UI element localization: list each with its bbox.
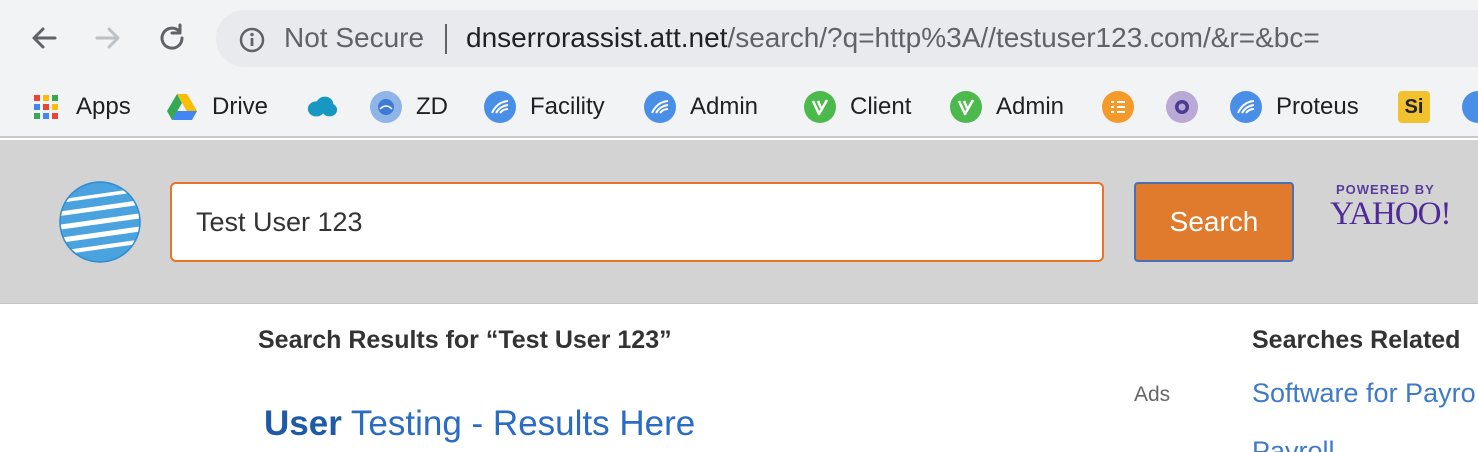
arrow-left-icon <box>32 27 57 49</box>
admin-v-icon <box>950 91 982 123</box>
url-path: /search/?q=http%3A//testuser123.com/&r=&… <box>727 22 1320 53</box>
results-heading: Search Results for “Test User 123” <box>258 326 672 354</box>
bookmark-salesforce[interactable] <box>306 78 338 136</box>
salesforce-cloud-icon <box>306 91 338 123</box>
bookmark-apps[interactable]: Apps <box>30 78 131 136</box>
bookmark-admin-v[interactable]: Admin <box>950 78 1064 136</box>
client-v-icon <box>804 91 836 123</box>
back-button[interactable] <box>24 18 64 58</box>
att-globe-logo <box>59 181 141 263</box>
ads-label: Ads <box>1134 383 1171 406</box>
address-separator <box>445 24 447 54</box>
bookmark-checklist[interactable] <box>1102 78 1134 136</box>
powered-by-label: POWERED BY <box>1336 182 1435 197</box>
checklist-icon <box>1102 91 1134 123</box>
zd-globe-icon <box>370 91 402 123</box>
bookmark-zd[interactable]: ZD <box>370 78 448 136</box>
address-bar[interactable]: Not Secure dnserrorassist.att.net/search… <box>216 10 1478 67</box>
forward-button[interactable] <box>88 18 128 58</box>
bookmark-label: ZD <box>416 93 448 120</box>
bookmarks-bar: Apps Drive ZD Facility Admin Client Admi… <box>0 78 1478 138</box>
si-icon: Si <box>1398 91 1430 123</box>
bookmark-label: Facility <box>530 93 605 120</box>
url-host: dnserrorassist.att.net <box>466 22 728 53</box>
bookmark-label: Drive <box>212 93 269 120</box>
search-header: Search POWERED BY YAHOO! <box>0 140 1478 304</box>
related-search-link[interactable]: Payroll ... <box>1252 436 1365 452</box>
related-search-link[interactable]: Software for Payro <box>1252 378 1476 409</box>
browser-toolbar: Not Secure dnserrorassist.att.net/search… <box>0 0 1478 78</box>
overflow-wave-icon <box>1462 91 1478 123</box>
admin-wave-icon <box>644 91 676 123</box>
purple-circle-icon <box>1166 91 1198 123</box>
bookmark-client[interactable]: Client <box>804 78 911 136</box>
bookmark-facility[interactable]: Facility <box>484 78 605 136</box>
bookmark-label: Admin <box>690 93 759 120</box>
proteus-wave-icon <box>1230 91 1262 123</box>
bookmark-drive[interactable]: Drive <box>166 78 268 136</box>
bookmark-proteus[interactable]: Proteus <box>1230 78 1359 136</box>
search-button[interactable]: Search <box>1134 182 1294 262</box>
related-searches-heading: Searches Related <box>1252 326 1461 354</box>
apps-grid-icon <box>30 91 62 123</box>
bookmark-label: Apps <box>76 93 131 120</box>
bookmark-overflow[interactable] <box>1462 78 1478 136</box>
facility-wave-icon <box>484 91 516 123</box>
ad-result-link[interactable]: User Testing - Results Here <box>264 404 695 444</box>
reload-icon <box>160 23 184 50</box>
bookmark-purple[interactable] <box>1166 78 1198 136</box>
arrow-right-icon <box>95 27 120 49</box>
bookmark-label: Proteus <box>1276 93 1359 120</box>
result-link-text: Testing - Results Here <box>341 404 696 443</box>
result-bold-term: User <box>264 404 342 443</box>
bookmark-admin[interactable]: Admin <box>644 78 758 136</box>
not-secure-label[interactable]: Not Secure <box>284 22 424 54</box>
bookmark-label: Client <box>850 93 912 120</box>
url-text[interactable]: dnserrorassist.att.net/search/?q=http%3A… <box>466 22 1320 54</box>
yahoo-logo: YAHOO! <box>1330 196 1451 232</box>
google-drive-icon <box>166 91 198 123</box>
bookmark-label: Admin <box>996 93 1065 120</box>
search-input[interactable] <box>170 182 1104 262</box>
bookmark-si[interactable]: Si <box>1398 78 1430 136</box>
info-icon[interactable] <box>238 26 266 54</box>
reload-button[interactable] <box>152 18 192 58</box>
